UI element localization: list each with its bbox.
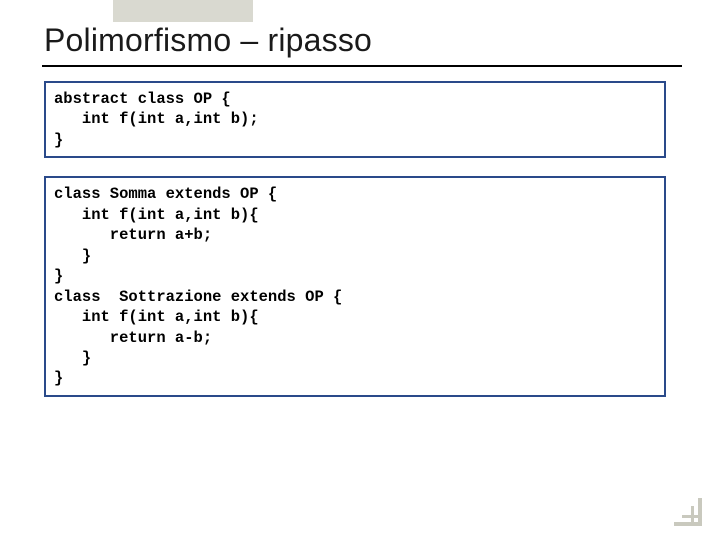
code-text: class Somma extends OP { int f(int a,int… (54, 184, 658, 389)
slide-container: Polimorfismo – ripasso abstract class OP… (0, 0, 720, 397)
title-underline (42, 65, 682, 67)
code-block-subclasses: class Somma extends OP { int f(int a,int… (44, 176, 666, 397)
code-text: abstract class OP { int f(int a,int b); … (54, 89, 658, 150)
code-block-abstract: abstract class OP { int f(int a,int b); … (44, 81, 666, 158)
page-title: Polimorfismo – ripasso (44, 22, 676, 59)
corner-decoration (674, 498, 702, 526)
top-accent-bar (113, 0, 253, 22)
